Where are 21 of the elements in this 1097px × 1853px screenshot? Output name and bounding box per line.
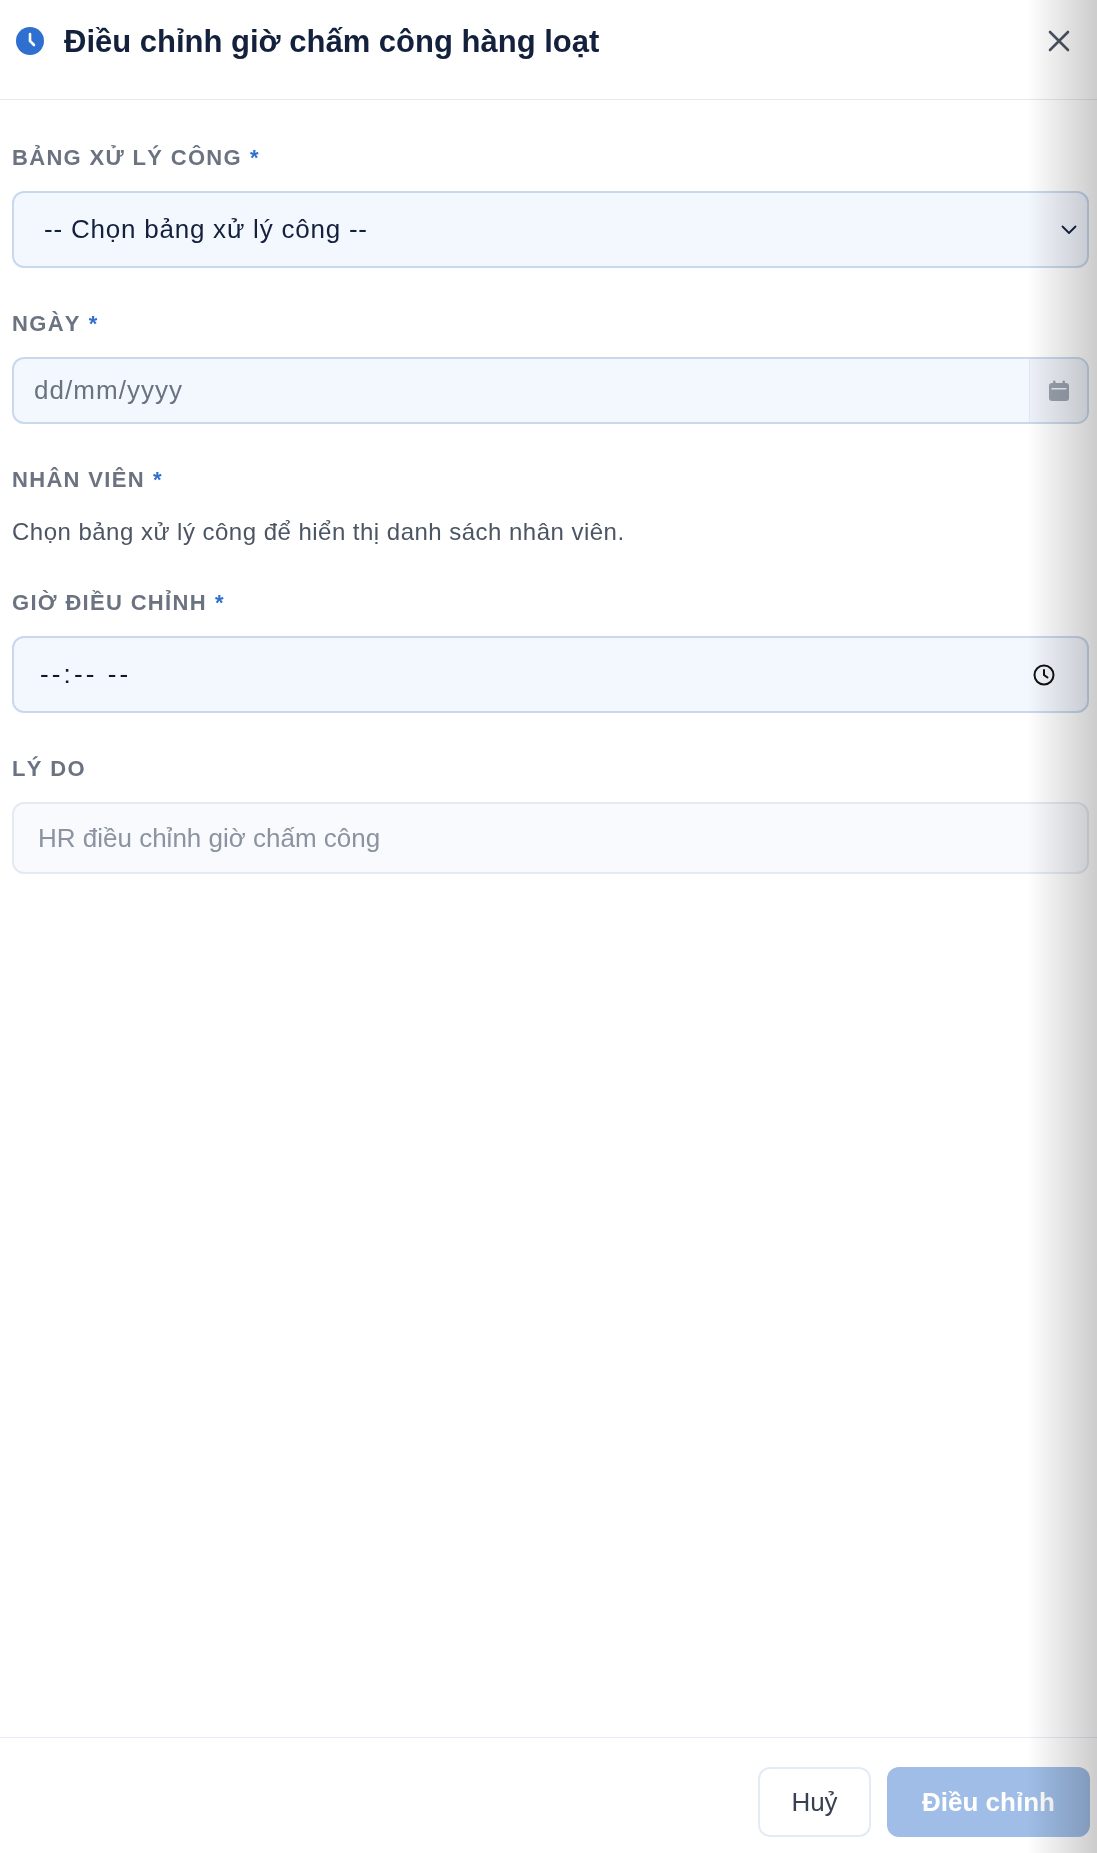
field-label: NGÀY (12, 310, 81, 338)
chevron-down-icon (1061, 224, 1077, 235)
field-label: LÝ DO (12, 755, 86, 783)
required-mark: * (88, 310, 98, 338)
cancel-button[interactable]: Huỷ (758, 1767, 871, 1837)
required-mark: * (152, 466, 162, 494)
help-text: Chọn bảng xử lý công để hiển thị danh sách nhân viên. (12, 517, 626, 547)
required-mark: * (249, 144, 259, 172)
field-label: GIỜ ĐIỀU CHỈNH (12, 589, 207, 617)
clock-icon[interactable] (1033, 663, 1055, 686)
date-field[interactable]: dd/mm/yyyy (12, 357, 1089, 424)
reason-field[interactable]: HR điều chỉnh giờ chấm công (12, 802, 1089, 874)
close-icon[interactable] (1047, 29, 1071, 53)
calendar-icon[interactable] (1029, 359, 1087, 422)
field-label: BẢNG XỬ LÝ CÔNG (12, 144, 242, 172)
clock-icon (16, 27, 44, 55)
time-field[interactable]: --:-- -- (12, 636, 1089, 713)
select-field[interactable]: -- Chọn bảng xử lý công -- (12, 191, 1089, 268)
field-label: NHÂN VIÊN (12, 466, 145, 494)
dialog-title: Điều chỉnh giờ chấm công hàng loạt (64, 25, 600, 59)
required-mark: * (214, 589, 224, 617)
